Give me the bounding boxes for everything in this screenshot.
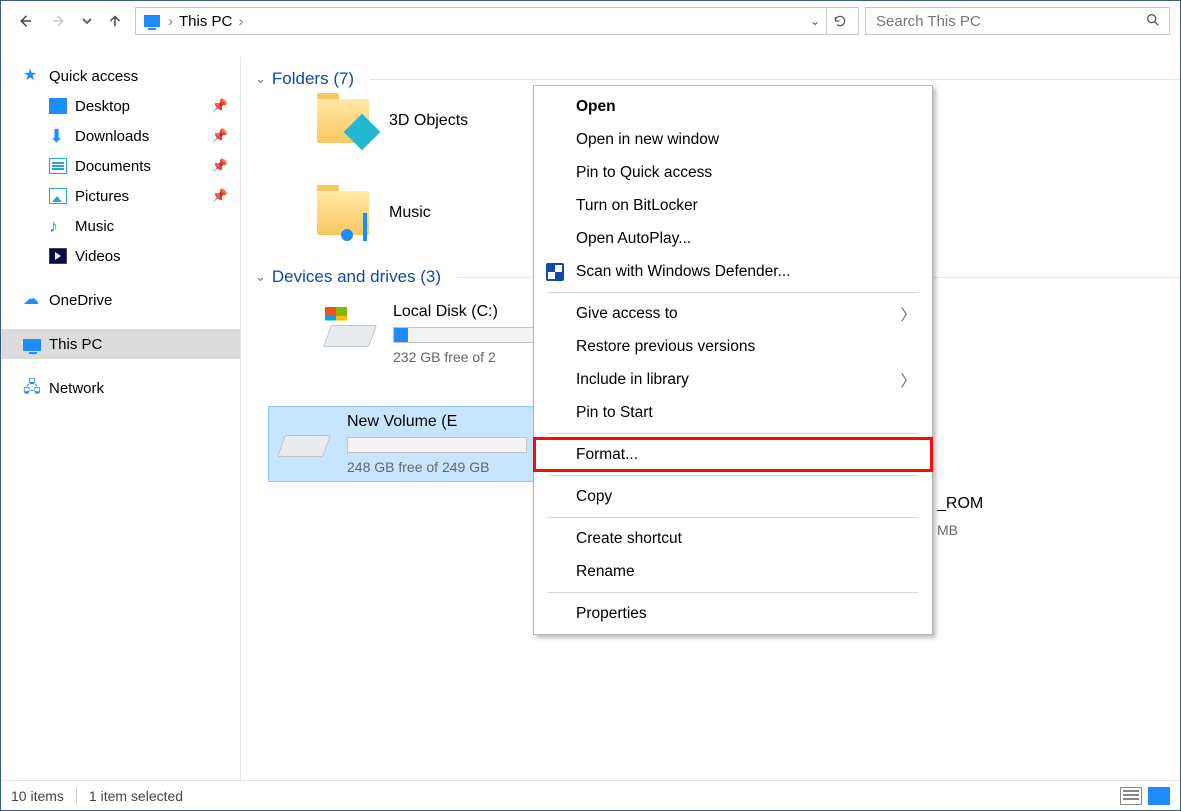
- ctx-format[interactable]: Format...: [534, 438, 932, 471]
- ctx-copy[interactable]: Copy: [534, 480, 932, 513]
- ctx-open[interactable]: Open: [534, 90, 932, 123]
- desktop-icon: [49, 98, 67, 114]
- nav-this-pc[interactable]: This PC: [1, 329, 240, 359]
- star-icon: ★: [23, 68, 41, 84]
- download-icon: ⬇: [49, 128, 67, 144]
- videos-icon: [49, 248, 67, 264]
- pin-icon: 📌: [212, 188, 228, 204]
- this-pc-icon: [144, 15, 160, 27]
- ctx-restore-versions[interactable]: Restore previous versions: [534, 330, 932, 363]
- defender-shield-icon: [546, 263, 564, 281]
- pictures-icon: [49, 188, 67, 204]
- ctx-separator: [548, 475, 918, 476]
- breadcrumb-separator-icon: ›: [238, 13, 243, 30]
- cloud-icon: ☁: [23, 292, 41, 308]
- ctx-give-access[interactable]: Give access to〉: [534, 297, 932, 330]
- ctx-pin-start[interactable]: Pin to Start: [534, 396, 932, 429]
- status-bar: 10 items 1 item selected: [1, 780, 1180, 810]
- nav-label: OneDrive: [49, 292, 112, 309]
- ctx-separator: [548, 592, 918, 593]
- nav-label: Downloads: [75, 128, 149, 145]
- folder-music[interactable]: Music: [317, 191, 527, 235]
- nav-pictures[interactable]: Pictures 📌: [1, 181, 240, 211]
- forward-button[interactable]: [45, 7, 73, 35]
- folder-label: Music: [389, 204, 431, 222]
- folder-icon: [317, 191, 369, 235]
- folder-label: 3D Objects: [389, 112, 468, 130]
- pin-icon: 📌: [212, 158, 228, 174]
- ctx-bitlocker[interactable]: Turn on BitLocker: [534, 189, 932, 222]
- pin-icon: 📌: [212, 128, 228, 144]
- nav-label: This PC: [49, 336, 102, 353]
- group-title: Devices and drives (3): [272, 267, 441, 287]
- divider: [370, 79, 1180, 80]
- chevron-down-icon: ⌄: [255, 71, 266, 87]
- nav-label: Desktop: [75, 98, 130, 115]
- ctx-open-new-window[interactable]: Open in new window: [534, 123, 932, 156]
- chevron-down-icon: ⌄: [255, 269, 266, 285]
- address-dropdown-icon[interactable]: ⌄: [810, 14, 820, 28]
- nav-desktop[interactable]: Desktop 📌: [1, 91, 240, 121]
- nav-downloads[interactable]: ⬇ Downloads 📌: [1, 121, 240, 151]
- ctx-separator: [548, 433, 918, 434]
- breadcrumb-this-pc[interactable]: This PC: [179, 13, 232, 30]
- nav-label: Music: [75, 218, 114, 235]
- up-button[interactable]: [101, 7, 129, 35]
- drive-icon: [321, 307, 379, 351]
- nav-onedrive[interactable]: ☁ OneDrive: [1, 285, 240, 315]
- nav-videos[interactable]: Videos: [1, 241, 240, 271]
- nav-label: Pictures: [75, 188, 129, 205]
- group-title: Folders (7): [272, 69, 354, 89]
- ctx-rename[interactable]: Rename: [534, 555, 932, 588]
- drive-title: New Volume (E: [347, 413, 527, 431]
- search-icon[interactable]: [1145, 12, 1161, 31]
- drive-sub-partial: MB: [937, 517, 983, 543]
- search-box[interactable]: [865, 7, 1170, 35]
- view-large-icons-button[interactable]: [1148, 787, 1170, 805]
- breadcrumb-separator-icon: ›: [168, 13, 173, 30]
- ctx-separator: [548, 517, 918, 518]
- this-pc-icon: [23, 339, 41, 351]
- nav-network[interactable]: 🖧 Network: [1, 373, 240, 403]
- address-bar[interactable]: › This PC › ⌄: [135, 7, 859, 35]
- submenu-arrow-icon: 〉: [900, 369, 916, 391]
- drive-usage-bar: [347, 437, 527, 453]
- search-input[interactable]: [874, 12, 1145, 31]
- ctx-pin-quick-access[interactable]: Pin to Quick access: [534, 156, 932, 189]
- recent-locations-button[interactable]: [79, 7, 95, 35]
- nav-label: Network: [49, 380, 104, 397]
- network-icon: 🖧: [23, 380, 41, 396]
- status-separator: [76, 788, 77, 804]
- nav-documents[interactable]: Documents 📌: [1, 151, 240, 181]
- ctx-include-library[interactable]: Include in library〉: [534, 363, 932, 396]
- folder-3d-objects[interactable]: 3D Objects: [317, 99, 527, 143]
- ctx-autoplay[interactable]: Open AutoPlay...: [534, 222, 932, 255]
- back-button[interactable]: [11, 7, 39, 35]
- ctx-create-shortcut[interactable]: Create shortcut: [534, 522, 932, 555]
- nav-label: Documents: [75, 158, 151, 175]
- drive-title-partial: _ROM: [937, 491, 983, 517]
- folder-icon: [317, 99, 369, 143]
- refresh-button[interactable]: [826, 7, 852, 35]
- view-details-button[interactable]: [1120, 787, 1142, 805]
- ctx-separator: [548, 292, 918, 293]
- submenu-arrow-icon: 〉: [900, 303, 916, 325]
- navigation-pane: ★ Quick access Desktop 📌 ⬇ Downloads 📌 D…: [1, 57, 241, 780]
- drive-rom-partial[interactable]: _ROM MB: [937, 491, 983, 543]
- context-menu: Open Open in new window Pin to Quick acc…: [533, 85, 933, 635]
- music-icon: ♪: [49, 218, 67, 234]
- status-selection: 1 item selected: [89, 788, 183, 804]
- ctx-defender[interactable]: Scan with Windows Defender...: [534, 255, 932, 288]
- nav-label: Videos: [75, 248, 121, 265]
- drive-free-label: 248 GB free of 249 GB: [347, 459, 527, 475]
- documents-icon: [49, 158, 67, 174]
- ctx-properties[interactable]: Properties: [534, 597, 932, 630]
- address-toolbar: › This PC › ⌄: [1, 1, 1180, 41]
- status-item-count: 10 items: [11, 788, 64, 804]
- drive-icon: [275, 417, 333, 461]
- nav-quick-access[interactable]: ★ Quick access: [1, 61, 240, 91]
- pin-icon: 📌: [212, 98, 228, 114]
- nav-music[interactable]: ♪ Music: [1, 211, 240, 241]
- nav-label: Quick access: [49, 68, 138, 85]
